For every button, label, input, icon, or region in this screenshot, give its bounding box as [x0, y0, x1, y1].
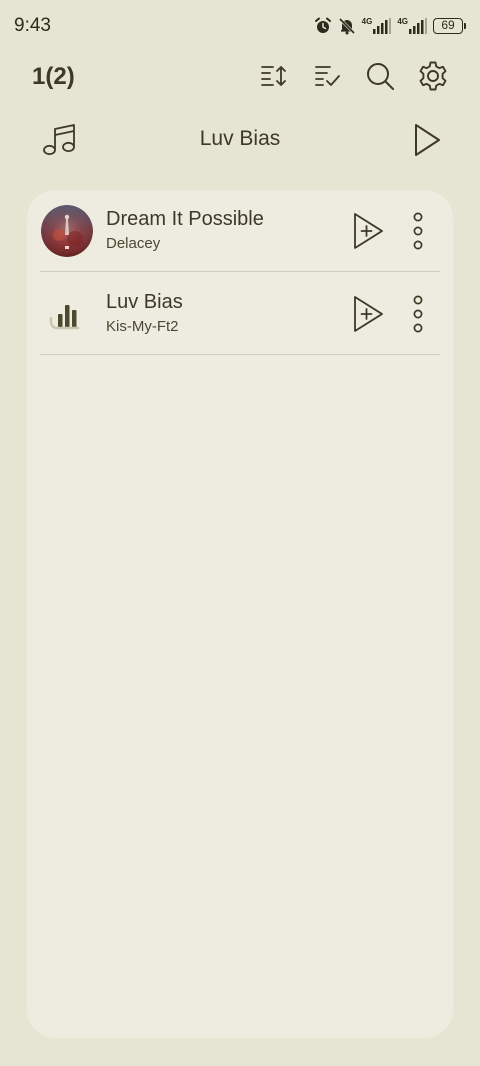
alarm-icon: [314, 17, 332, 35]
bell-off-icon: [338, 17, 356, 35]
song-artist: Kis-My-Ft2: [106, 318, 179, 335]
multi-select-button[interactable]: [308, 59, 346, 97]
search-icon: [364, 60, 396, 97]
signal-icon: 4G: [362, 18, 392, 34]
song-artist: Delacey: [106, 235, 161, 252]
settings-button[interactable]: [414, 59, 452, 97]
more-vertical-icon[interactable]: [406, 212, 430, 250]
play-icon[interactable]: [406, 120, 446, 160]
song-title: Luv Bias: [106, 291, 183, 313]
sort-button[interactable]: [254, 59, 292, 97]
page-title: 1(2): [32, 63, 75, 90]
network-type-label: 4G: [397, 17, 408, 26]
music-note-icon: [40, 120, 80, 160]
status-time: 9:43: [14, 15, 51, 36]
album-art: [41, 205, 93, 257]
battery-icon: 69: [433, 18, 463, 34]
list-item[interactable]: Dream It Possible Delacey: [40, 190, 440, 272]
toolbar: 1(2): [0, 55, 480, 101]
now-playing-title: Luv Bias: [199, 127, 281, 150]
song-title: Dream It Possible: [106, 208, 264, 230]
status-bar: 9:43 4G 4G 69: [0, 0, 480, 52]
equalizer-icon: [41, 288, 93, 340]
status-icons: 4G 4G 69: [314, 16, 466, 36]
settings-icon: [417, 60, 449, 97]
sort-icon: [258, 61, 288, 96]
network-type-label: 4G: [361, 17, 373, 26]
play-next-icon[interactable]: [352, 212, 384, 250]
now-playing-bar[interactable]: Luv Bias: [0, 114, 480, 166]
more-vertical-icon[interactable]: [406, 295, 430, 333]
list-item[interactable]: Luv Bias Kis-My-Ft2: [40, 273, 440, 355]
battery-tip: [464, 23, 466, 29]
signal-icon: 4G: [397, 18, 427, 34]
song-list: Dream It Possible Delacey Luv Bias Kis-M…: [27, 190, 453, 1038]
play-next-icon[interactable]: [352, 295, 384, 333]
multi-select-icon: [312, 61, 342, 96]
search-button[interactable]: [361, 59, 399, 97]
